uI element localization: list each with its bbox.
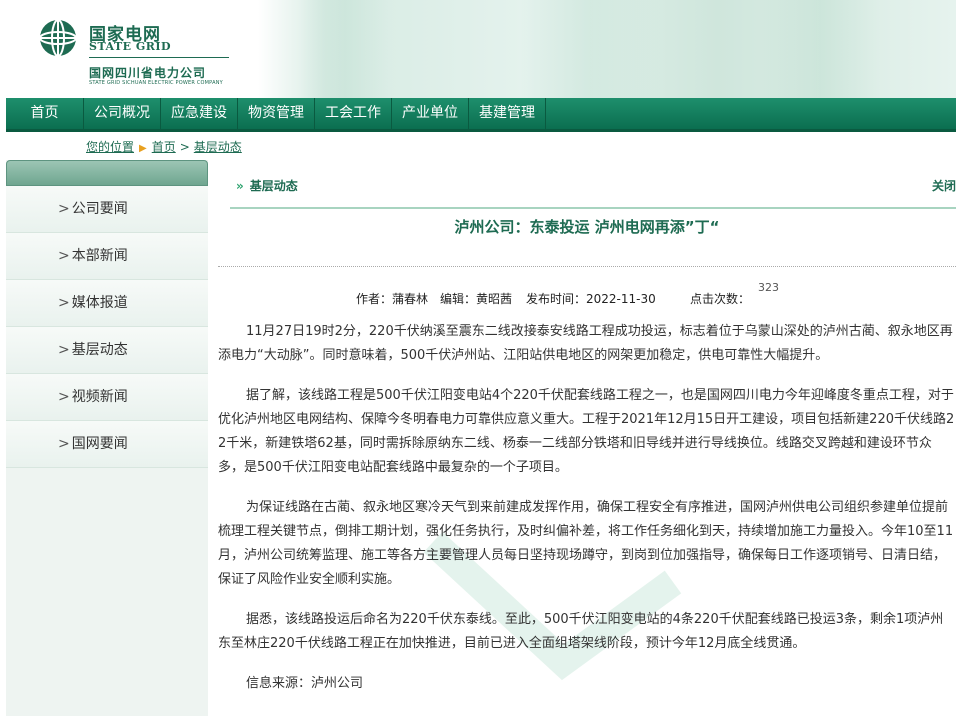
chevron-right-icon: >	[58, 295, 70, 311]
article-title: 泸州公司：东泰投运 泸州电网再添”丁“	[454, 218, 720, 236]
breadcrumb-label: 您的位置	[86, 140, 135, 154]
chevron-right-icon: >	[58, 248, 70, 264]
breadcrumb-current[interactable]: 基层动态	[194, 140, 242, 154]
chevron-right-icon: >	[58, 201, 70, 217]
sidebar-item-video[interactable]: > 视频新闻	[6, 374, 208, 421]
nav-item-infrastructure[interactable]: 基建管理	[469, 98, 546, 129]
sidebar-item-company-news[interactable]: > 公司要闻	[6, 186, 208, 233]
main-nav: 首页 公司概况 应急建设 物资管理 工会工作 产业单位 基建管理	[6, 98, 956, 132]
double-chevron-icon: »	[236, 179, 244, 193]
chevron-right-icon: >	[58, 436, 70, 452]
sidebar-item-hq-news[interactable]: > 本部新闻	[6, 233, 208, 280]
sidebar-item-label: 基层动态	[71, 342, 128, 358]
article-main: » 基层动态 关闭 泸州公司：东泰投运 泸州电网再添”丁“ 作者：蒲春林 编辑：黄…	[218, 162, 956, 716]
chevron-right-icon: >	[58, 342, 70, 358]
sidebar-item-label: 视频新闻	[71, 389, 128, 405]
nav-item-industry[interactable]: 产业单位	[392, 98, 469, 129]
close-link[interactable]: 关闭	[932, 177, 956, 194]
sidebar-item-label: 本部新闻	[71, 248, 128, 264]
nav-item-union[interactable]: 工会工作	[315, 98, 392, 129]
state-grid-logo[interactable]: 国家电网 STATE GRID 国网四川省电力公司 STATE GRID SIC…	[34, 16, 274, 94]
dotted-divider	[218, 266, 956, 267]
nav-item-materials[interactable]: 物资管理	[238, 98, 315, 129]
title-divider	[230, 207, 956, 209]
state-grid-globe-icon	[39, 19, 77, 57]
sidebar: > 公司要闻 > 本部新闻 > 媒体报道 > 基层动态 > 视频新闻 > 国网要闻	[6, 160, 208, 716]
nav-item-emergency[interactable]: 应急建设	[161, 98, 238, 129]
section-heading-text: 基层动态	[249, 179, 298, 193]
logo-english-name: STATE GRID	[89, 40, 172, 53]
sidebar-item-sgcc-news[interactable]: > 国网要闻	[6, 421, 208, 468]
chevron-right-icon: >	[58, 389, 70, 405]
nav-item-company-overview[interactable]: 公司概况	[84, 98, 161, 129]
company-name: 国网四川省电力公司	[89, 66, 207, 80]
article-author: 作者：蒲春林	[356, 292, 429, 306]
article-editor: 编辑：黄昭茜	[440, 292, 513, 306]
sidebar-item-label: 媒体报道	[71, 295, 128, 311]
page-header: 国家电网 STATE GRID 国网四川省电力公司 STATE GRID SIC…	[0, 0, 956, 98]
nav-item-home[interactable]: 首页	[6, 98, 84, 129]
logo-divider	[89, 57, 229, 58]
article-date: 发布时间：2022-11-30	[526, 292, 656, 306]
sidebar-item-label: 国网要闻	[71, 436, 128, 452]
article-paragraph: 为保证线路在古蔺、叙永地区寒冷天气到来前建成发挥作用，确保工程安全有序推进，国网…	[218, 500, 954, 587]
sidebar-header	[6, 160, 208, 186]
sidebar-item-label: 公司要闻	[71, 201, 128, 217]
breadcrumb-arrow-icon: ▶	[139, 143, 147, 154]
company-english-name: STATE GRID SICHUAN ELECTRIC POWER COMPAN…	[89, 80, 223, 86]
click-count: 323	[758, 281, 779, 294]
article-source: 信息来源：泸州公司	[246, 676, 364, 691]
sidebar-item-media[interactable]: > 媒体报道	[6, 280, 208, 327]
article-paragraph: 据悉，该线路投运后命名为220千伏东泰线。至此，500千伏江阳变电站的4条220…	[218, 612, 944, 651]
breadcrumb: 您的位置 ▶ 首页 > 基层动态	[86, 138, 242, 155]
article-paragraph: 据了解，该线路工程是500千伏江阳变电站4个220千伏配套线路工程之一，也是国网…	[218, 388, 955, 475]
sidebar-item-grassroots[interactable]: > 基层动态	[6, 327, 208, 374]
article-paragraph: 11月27日19时2分，220千伏纳溪至震东二线改接泰安线路工程成功投运，标志着…	[218, 324, 953, 363]
section-heading: » 基层动态	[236, 177, 298, 194]
breadcrumb-separator: >	[179, 140, 190, 154]
breadcrumb-home-link[interactable]: 首页	[152, 140, 176, 154]
click-count-label: 点击次数：	[690, 292, 751, 306]
